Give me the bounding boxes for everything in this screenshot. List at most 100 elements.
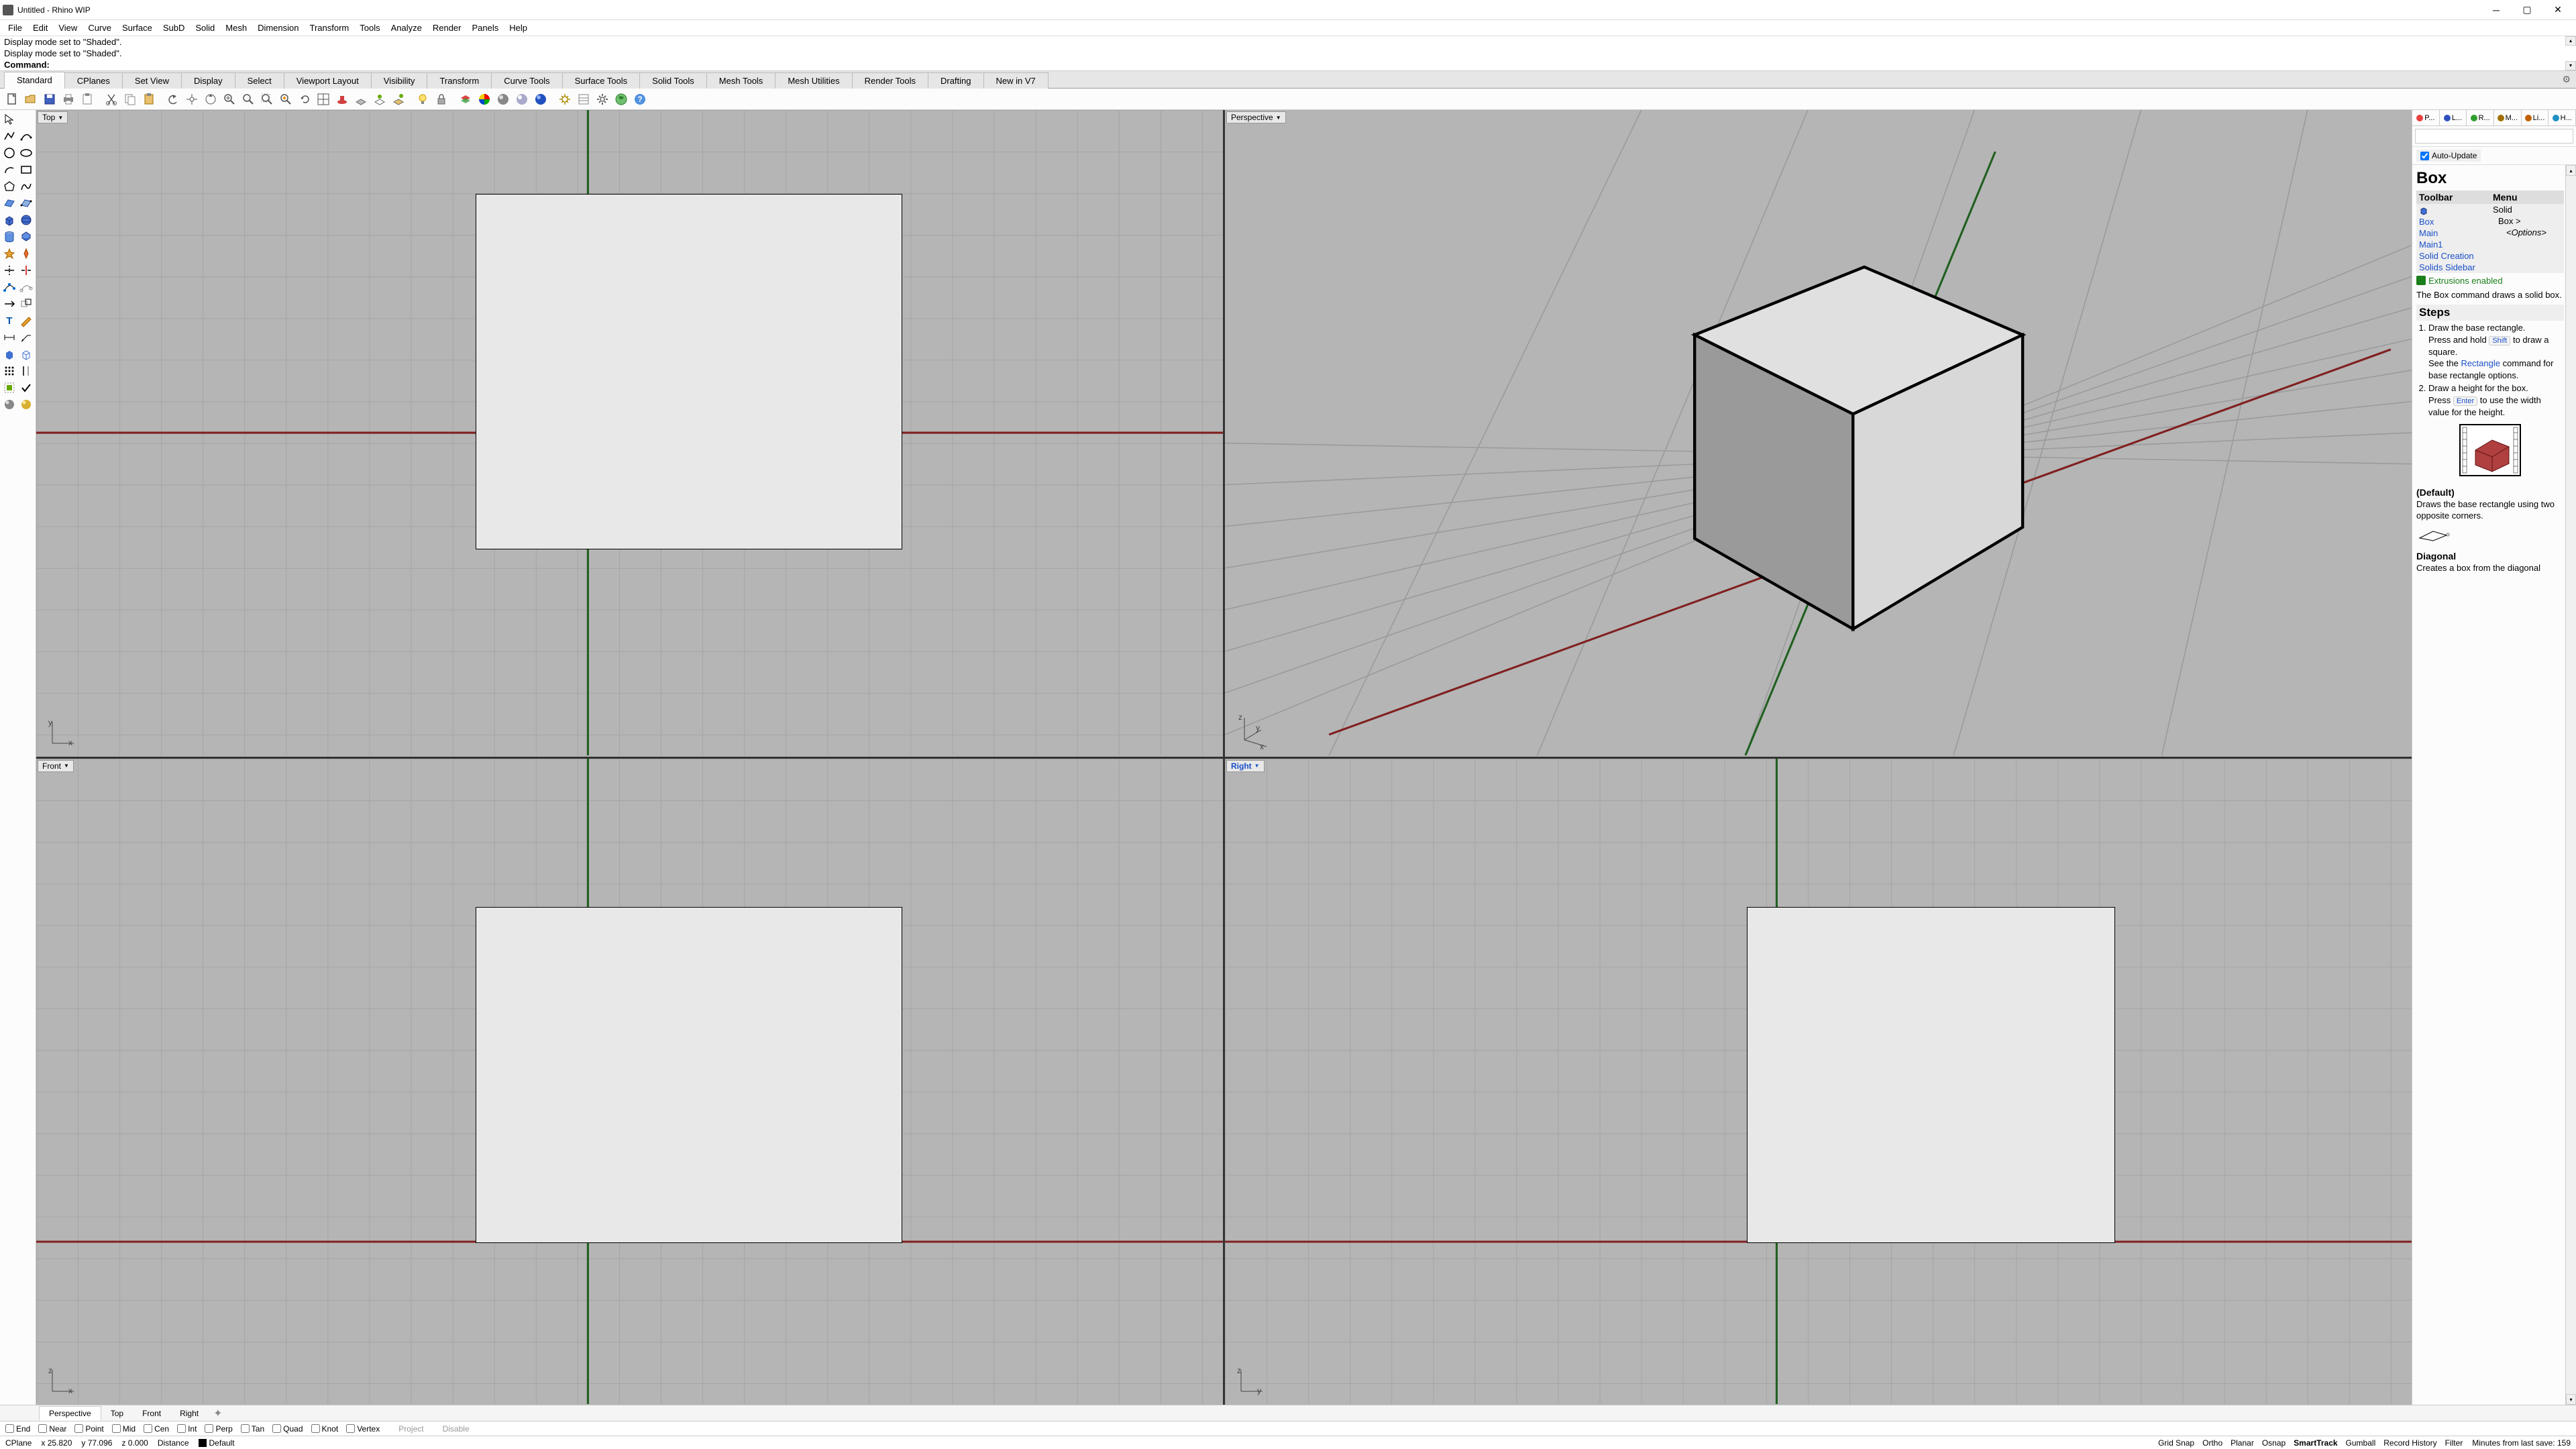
chrome-sphere-icon[interactable] <box>514 91 530 107</box>
wireframe-view-icon[interactable] <box>18 346 34 362</box>
named-cplanes-icon[interactable] <box>390 91 407 107</box>
chevron-down-icon[interactable]: ▼ <box>58 115 63 121</box>
scroll-up-icon[interactable]: ▴ <box>2566 165 2576 176</box>
osnap-tan[interactable]: Tan <box>241 1424 264 1434</box>
clipboard-icon[interactable] <box>79 91 95 107</box>
menu-dimension[interactable]: Dimension <box>252 21 304 34</box>
rectangle-icon[interactable] <box>18 162 34 178</box>
help-icon[interactable]: ? <box>632 91 648 107</box>
extrusions-link[interactable]: Extrusions enabled <box>2416 273 2564 288</box>
osnap-point[interactable]: Point <box>74 1424 103 1434</box>
panel-scrollbar[interactable]: ▴▾ <box>2565 165 2576 1405</box>
menu-analyze[interactable]: Analyze <box>386 21 427 34</box>
paste-icon[interactable] <box>141 91 157 107</box>
tab-mesh-tools[interactable]: Mesh Tools <box>706 72 776 89</box>
status-toggle-osnap[interactable]: Osnap <box>2262 1438 2286 1448</box>
open-icon[interactable] <box>23 91 39 107</box>
close-button[interactable]: ✕ <box>2542 0 2573 20</box>
zoom-extents-icon[interactable] <box>259 91 275 107</box>
ellipse-icon[interactable] <box>18 145 34 161</box>
status-layer[interactable]: Default <box>199 1438 235 1448</box>
scroll-down-icon[interactable]: ▾ <box>2565 61 2576 70</box>
named-views-icon[interactable] <box>334 91 350 107</box>
tab-new-in-v7[interactable]: New in V7 <box>983 72 1049 89</box>
tab-curve-tools[interactable]: Curve Tools <box>491 72 562 89</box>
menu-file[interactable]: File <box>3 21 28 34</box>
render-sphere-icon[interactable] <box>495 91 511 107</box>
scroll-up-icon[interactable]: ▴ <box>2565 36 2576 46</box>
status-toggle-planar[interactable]: Planar <box>2231 1438 2254 1448</box>
tab-mesh-utilities[interactable]: Mesh Utilities <box>775 72 852 89</box>
viewport-label-perspective[interactable]: Perspective▼ <box>1226 111 1286 123</box>
tab-solid-tools[interactable]: Solid Tools <box>639 72 707 89</box>
move-icon[interactable] <box>1 296 17 312</box>
menu-render[interactable]: Render <box>427 21 467 34</box>
viewport-tab-perspective[interactable]: Perspective <box>39 1406 101 1421</box>
viewport-label-top[interactable]: Top▼ <box>38 111 68 123</box>
surface-plane-icon[interactable] <box>1 195 17 211</box>
dimension-icon[interactable] <box>1 329 17 345</box>
menu-curve[interactable]: Curve <box>83 21 117 34</box>
viewport-tab-right[interactable]: Right <box>170 1407 208 1420</box>
status-toggle-filter[interactable]: Filter <box>2445 1438 2463 1448</box>
tab-drafting[interactable]: Drafting <box>928 72 984 89</box>
check-icon[interactable] <box>18 380 34 396</box>
status-toggle-gumball[interactable]: Gumball <box>2346 1438 2376 1448</box>
osnap-int[interactable]: Int <box>177 1424 197 1434</box>
menu-solid[interactable]: Solid <box>190 21 220 34</box>
pointer-icon[interactable] <box>1 111 17 127</box>
panel-tab[interactable]: Li... <box>2522 110 2549 125</box>
properties-icon[interactable] <box>576 91 592 107</box>
tab-set-view[interactable]: Set View <box>122 72 182 89</box>
leader-icon[interactable] <box>18 329 34 345</box>
light-icon[interactable] <box>415 91 431 107</box>
polygon-icon[interactable] <box>1 178 17 195</box>
maximize-button[interactable]: ▢ <box>2512 0 2542 20</box>
viewport-top[interactable]: Top▼ y x <box>36 110 1223 757</box>
text-icon[interactable]: T <box>1 313 17 329</box>
minimize-button[interactable]: ─ <box>2481 0 2512 20</box>
zoom-selected-icon[interactable] <box>278 91 294 107</box>
add-viewport-tab[interactable]: ✦ <box>208 1405 227 1422</box>
auto-update-checkbox[interactable]: Auto-Update <box>2416 150 2481 162</box>
link-main1[interactable]: Main1 <box>2416 239 2490 250</box>
status-toggle-smarttrack[interactable]: SmartTrack <box>2294 1438 2337 1448</box>
copy-object-icon[interactable] <box>18 296 34 312</box>
print-icon[interactable] <box>60 91 76 107</box>
rotate-view-icon[interactable] <box>203 91 219 107</box>
viewport-label-right[interactable]: Right▼ <box>1226 760 1265 772</box>
subd-primitives-icon[interactable] <box>18 229 34 245</box>
annotation-icon[interactable] <box>18 313 34 329</box>
osnap-perp[interactable]: Perp <box>205 1424 232 1434</box>
panel-tab[interactable]: L... <box>2440 110 2467 125</box>
menu-subd[interactable]: SubD <box>158 21 191 34</box>
set-cplane-icon[interactable] <box>372 91 388 107</box>
layers-icon[interactable] <box>458 91 474 107</box>
osnap-mid[interactable]: Mid <box>112 1424 136 1434</box>
osnap-project[interactable]: Project <box>388 1424 423 1434</box>
gear-icon[interactable] <box>594 91 610 107</box>
tab-cplanes[interactable]: CPlanes <box>64 72 123 89</box>
link-solids-sidebar[interactable]: Solids Sidebar <box>2416 262 2490 273</box>
panel-tab[interactable]: M... <box>2494 110 2522 125</box>
rectangle-link[interactable]: Rectangle <box>2461 358 2500 368</box>
menu-edit[interactable]: Edit <box>28 21 53 34</box>
viewport-tab-top[interactable]: Top <box>101 1407 133 1420</box>
panel-tab[interactable]: R... <box>2467 110 2494 125</box>
save-icon[interactable] <box>42 91 58 107</box>
command-prompt[interactable]: Command: <box>0 59 2576 70</box>
color-wheel-icon[interactable] <box>476 91 492 107</box>
viewport-right[interactable]: Right▼ z y <box>1225 759 2412 1405</box>
group-icon[interactable] <box>1 380 17 396</box>
material-sphere-icon[interactable] <box>1 396 17 413</box>
points-on-icon[interactable] <box>1 279 17 295</box>
search-input[interactable] <box>2415 129 2573 144</box>
panel-tab[interactable]: H... <box>2548 110 2576 125</box>
array-icon[interactable] <box>1 363 17 379</box>
tab-surface-tools[interactable]: Surface Tools <box>562 72 641 89</box>
menu-panels[interactable]: Panels <box>466 21 504 34</box>
osnap-quad[interactable]: Quad <box>272 1424 303 1434</box>
sphere-icon[interactable] <box>18 212 34 228</box>
pan-icon[interactable] <box>184 91 200 107</box>
shade-icon[interactable] <box>1 346 17 362</box>
